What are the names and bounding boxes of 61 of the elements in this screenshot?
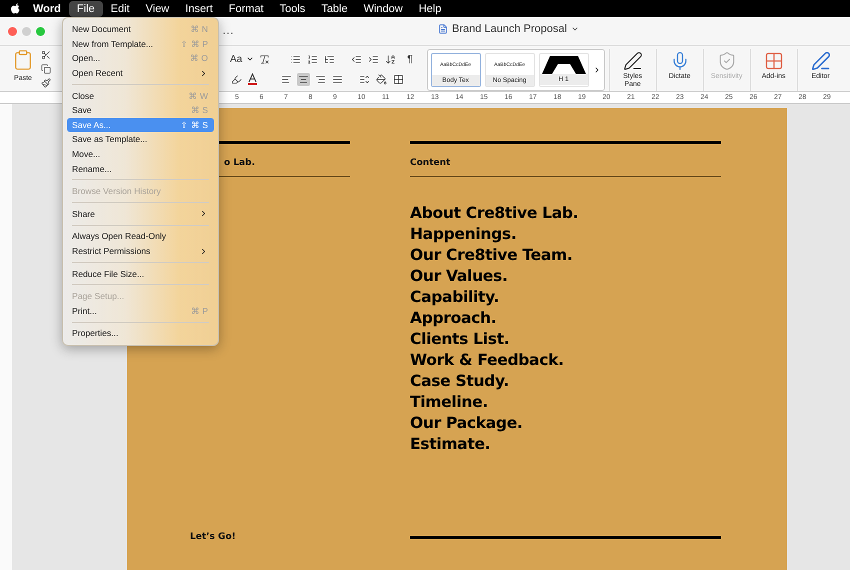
heading-preview-icon bbox=[540, 54, 588, 74]
menu-item[interactable]: Save ⌘ S bbox=[67, 102, 214, 118]
font-color-icon[interactable] bbox=[247, 73, 258, 85]
contents-entry: Case Study. bbox=[410, 371, 510, 392]
menu-item[interactable]: New Document ⌘ N bbox=[67, 22, 214, 37]
sort-icon[interactable] bbox=[384, 52, 398, 66]
menu-item[interactable]: Print... ⌘ P bbox=[67, 304, 214, 318]
contents-entry: Work & Feedback. bbox=[410, 350, 565, 371]
grid-icon bbox=[764, 51, 784, 71]
menu-item[interactable]: Restrict Permissions bbox=[67, 244, 214, 258]
contents-entry: Our Package. bbox=[410, 413, 524, 434]
borders-icon[interactable] bbox=[392, 72, 405, 86]
menu-item[interactable]: Share bbox=[67, 206, 214, 222]
menu-bar-item[interactable]: Edit bbox=[102, 0, 138, 16]
copy-icon[interactable] bbox=[40, 63, 52, 75]
menu-bar-item[interactable]: Table bbox=[313, 0, 356, 16]
highlighter-icon[interactable] bbox=[230, 72, 243, 86]
align-center-icon[interactable] bbox=[297, 72, 310, 86]
contents-entry: Our Cre8tive Team. bbox=[410, 245, 574, 266]
menu-item[interactable]: Reduce File Size... bbox=[67, 266, 214, 281]
contents-entry: Clients List. bbox=[410, 329, 510, 350]
menu-item[interactable]: Save as Template... bbox=[67, 132, 214, 147]
change-case-button[interactable]: Aa bbox=[230, 54, 242, 64]
clear-formatting-icon[interactable] bbox=[258, 52, 272, 66]
numbered-list-icon[interactable] bbox=[306, 52, 320, 66]
menu-item[interactable]: Open Recent bbox=[67, 66, 214, 80]
menu-bar-item[interactable]: Format bbox=[220, 0, 272, 16]
contents-entry: Our Values. bbox=[410, 266, 509, 287]
menu-item[interactable]: Close ⌘ W bbox=[67, 88, 214, 103]
menu-item[interactable]: Open... ⌘ O bbox=[67, 51, 214, 66]
menu-bar-item[interactable]: Insert bbox=[177, 0, 221, 16]
menu-bar-item[interactable]: Help bbox=[410, 0, 450, 16]
contents-entry: Capability. bbox=[410, 287, 500, 308]
window-title[interactable]: Brand Launch Proposal bbox=[452, 23, 567, 35]
contents-entry: Estimate. bbox=[410, 434, 492, 455]
contents-entry: Approach. bbox=[410, 308, 498, 329]
shading-icon[interactable] bbox=[375, 72, 388, 86]
contents-entry: Timeline. bbox=[410, 392, 489, 413]
contents-entry: About Cre8tive Lab. bbox=[410, 203, 580, 224]
section-heading: Content bbox=[410, 144, 721, 177]
menu-bar-item[interactable]: Word bbox=[25, 0, 69, 16]
chevron-down-icon[interactable] bbox=[570, 25, 579, 33]
document-icon bbox=[438, 24, 448, 34]
menu-bar-item[interactable]: Window bbox=[356, 0, 411, 16]
close-button[interactable] bbox=[8, 26, 17, 36]
menu-bar-item[interactable]: View bbox=[138, 0, 178, 16]
apple-logo-icon[interactable] bbox=[10, 2, 21, 14]
chevron-down-icon[interactable] bbox=[246, 55, 254, 63]
menu-bar-item[interactable]: File bbox=[68, 0, 103, 16]
menu-item[interactable]: Properties... bbox=[67, 326, 214, 341]
format-painter-icon[interactable] bbox=[40, 77, 52, 89]
menu-item[interactable]: New from Template... ⇧ ⌘ P bbox=[67, 36, 214, 52]
pilcrow-button[interactable]: ¶ bbox=[407, 54, 413, 64]
overflow-button[interactable]: … bbox=[222, 23, 234, 37]
menu-bar-item[interactable]: Tools bbox=[272, 0, 314, 16]
pen-icon bbox=[810, 51, 831, 71]
footer-text: Let’s Go! bbox=[189, 532, 237, 544]
contents-entry: Happenings. bbox=[410, 224, 518, 245]
cut-icon[interactable] bbox=[40, 49, 52, 61]
menu-item[interactable]: Always Open Read-Only bbox=[67, 229, 214, 244]
styles-pane-icon bbox=[622, 51, 643, 71]
